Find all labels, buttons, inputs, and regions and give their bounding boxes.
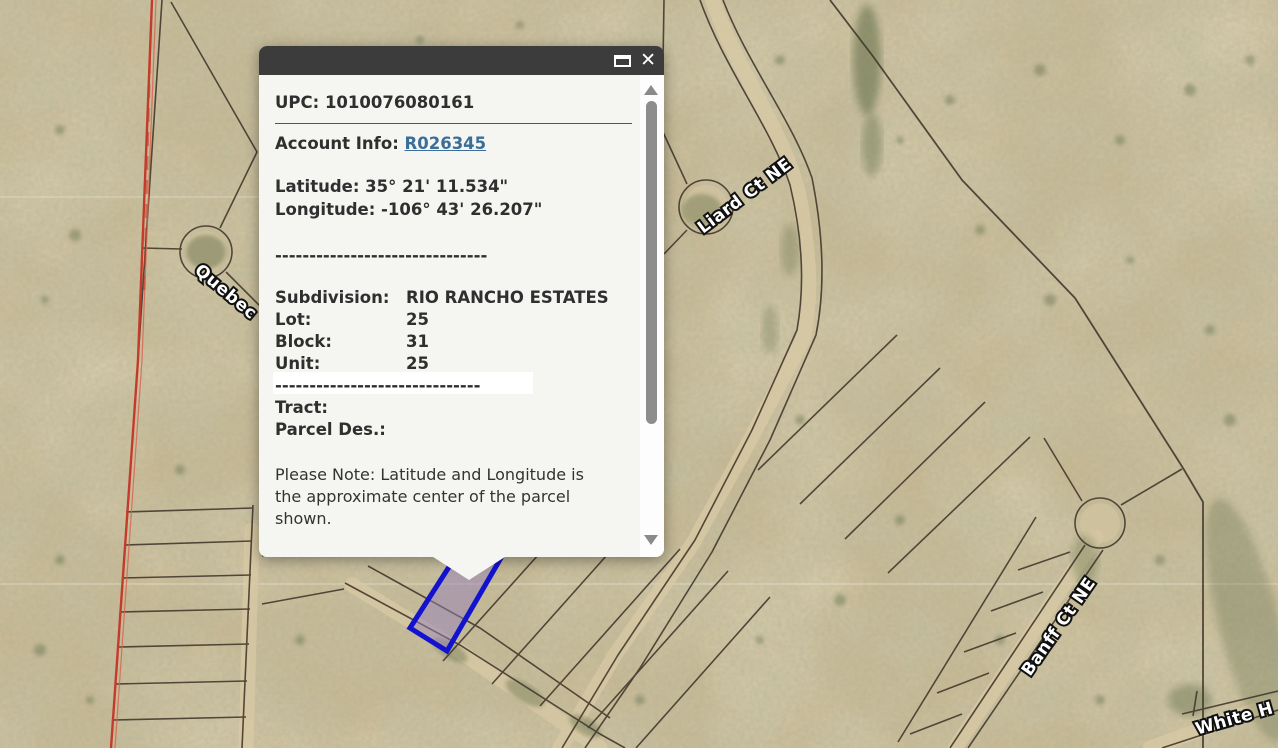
block-value: 31 [406,332,429,351]
block-row: Block:31 [275,332,645,351]
unit-label: Unit: [275,354,645,373]
popup-callout-tail [430,555,508,580]
subdivision-row: Subdivision:RIO RANCHO ESTATES [275,288,645,307]
close-icon[interactable]: ✕ [640,51,656,70]
scrollbar-thumb[interactable] [646,101,657,424]
block-label: Block: [275,332,645,351]
parcel-info-popup: ✕ UPC: 1010076080161 Account Info: R0263… [259,46,664,557]
account-link[interactable]: R026345 [405,134,487,153]
divider-line [275,123,632,124]
unit-value: 25 [406,354,429,373]
dashed-separator: ------------------------------ [275,376,480,395]
scroll-up-icon[interactable] [644,85,658,95]
latitude-value: Latitude: 35° 21' 11.534" [275,177,508,196]
account-info-label: Account Info: [275,134,405,153]
upc-value: UPC: 1010076080161 [275,93,474,112]
lot-row: Lot:25 [275,310,645,329]
scroll-down-icon[interactable] [644,535,658,545]
subdivision-value: RIO RANCHO ESTATES [406,288,609,307]
popup-titlebar[interactable]: ✕ [259,46,664,75]
longitude-value: Longitude: -106° 43' 26.207" [275,200,542,219]
gis-parcel-viewer: { "popup": { "upc": "UPC: 1010076080161"… [0,0,1278,748]
unit-row: Unit:25 [275,354,645,373]
account-info-row: Account Info: R026345 [275,134,486,153]
tract-label: Tract: [275,398,328,417]
popup-content: UPC: 1010076080161 Account Info: R026345… [259,75,664,557]
maximize-icon[interactable] [614,55,631,67]
lot-value: 25 [406,310,429,329]
dashed-separator: ------------------------------- [275,246,487,265]
lot-label: Lot: [275,310,645,329]
parcel-des-label: Parcel Des.: [275,420,386,439]
note-text: Please Note: Latitude and Longitude is t… [275,464,584,530]
